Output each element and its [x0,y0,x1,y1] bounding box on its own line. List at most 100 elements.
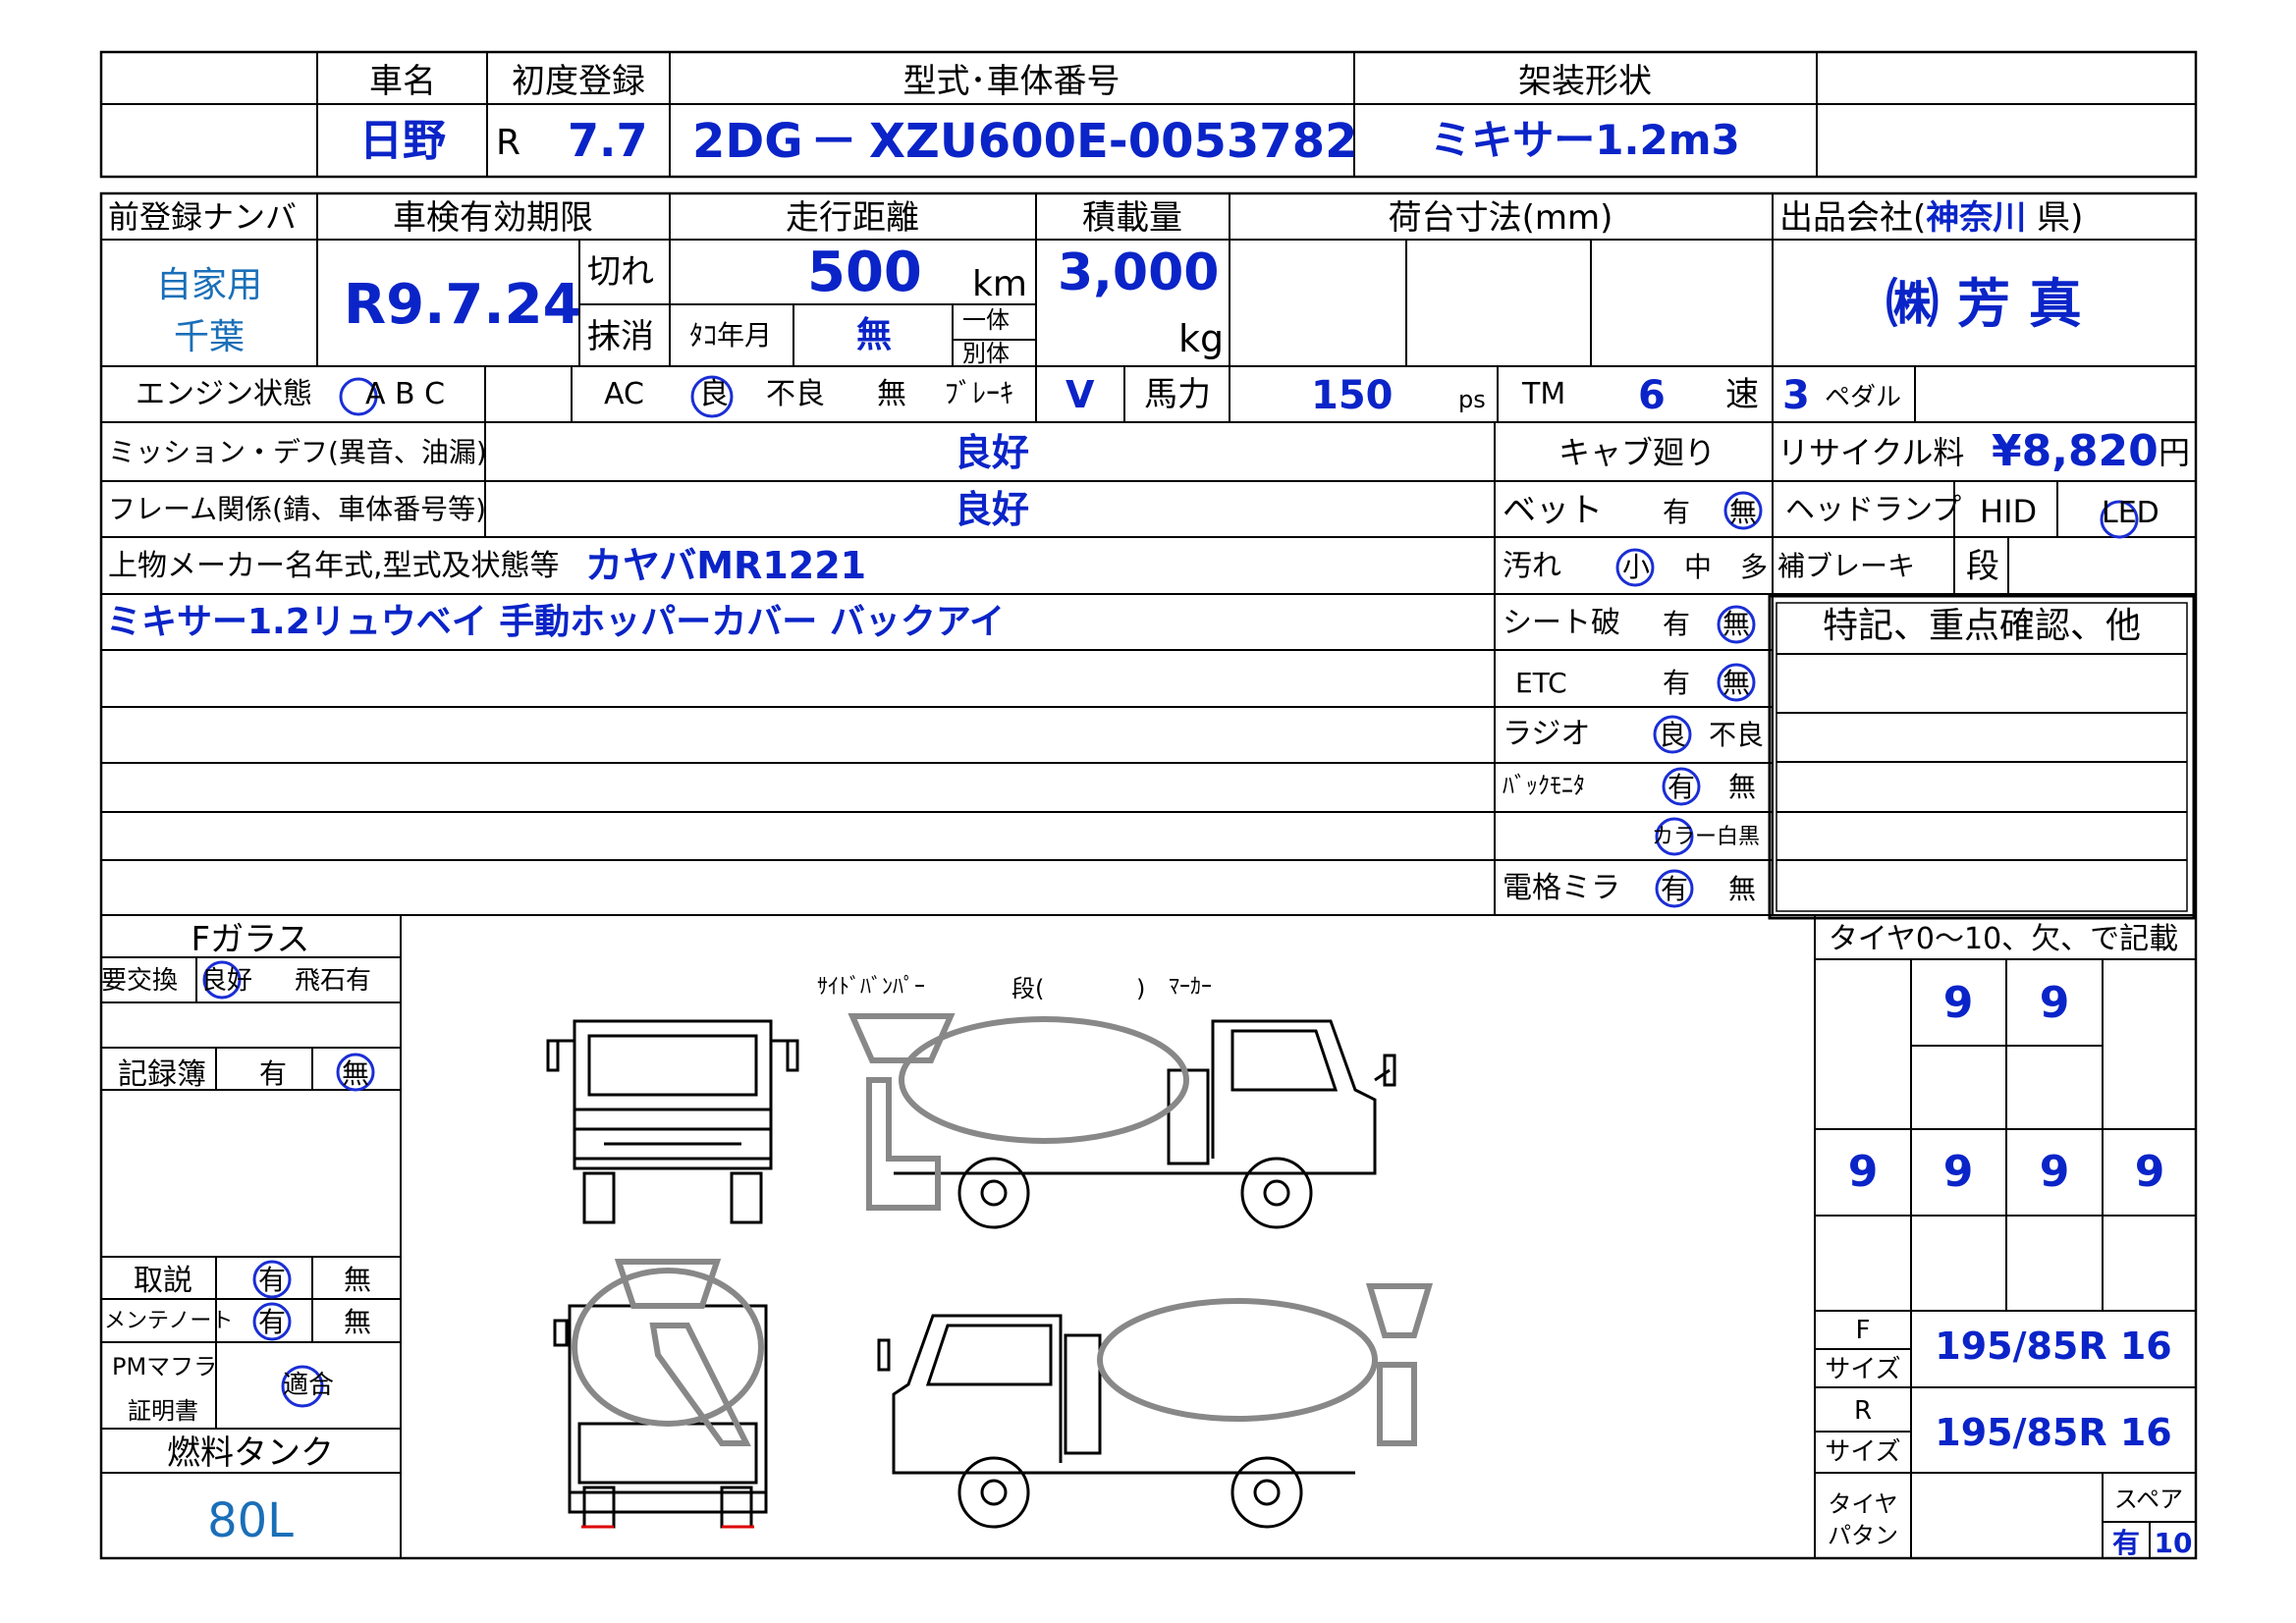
manual-no: 無 [344,1264,372,1296]
step-note-close: ) [1136,975,1146,1002]
upper-body-label: 上物メーカー名年式,型式及状態等 [108,549,560,583]
record-book-no: 無 [342,1057,370,1090]
record-book-yes: 有 [259,1057,288,1090]
bed-dimensions-label: 荷台寸法(mm) [1388,198,1613,238]
monitor-color: カラー [1652,825,1718,849]
fuel-tank-value: 80L [207,1493,294,1548]
truck-front-view [546,1019,799,1224]
seat-yes: 有 [1663,608,1691,640]
maintenance-label: メンテノート [104,1309,234,1333]
deleted-label: 抹消 [587,317,654,356]
tire-rear-1: 9 [1847,1147,1879,1197]
model-dash: － [810,114,858,169]
mileage-value: 500 [807,241,922,304]
kg-unit: kg [1178,317,1225,360]
tire-r-label: R [1853,1396,1873,1426]
ps-unit: ps [1458,386,1486,413]
model-label: 型式･車体番号 [902,62,1121,101]
tacho-separate: 別体 [962,340,1010,367]
dirt-large: 多 [1740,551,1769,583]
upper-body-value: カヤバMR1221 [585,544,867,587]
headlamp-label: ヘッドランプ [1785,493,1962,527]
seller-company: ㈱ 芳 真 [1886,273,2082,335]
maintenance-no: 無 [344,1306,372,1338]
seat-no: 無 [1722,608,1751,640]
manual-label: 取説 [134,1264,192,1298]
tire-r-size-label: サイズ [1825,1437,1901,1467]
tire-front-right: 9 [2039,978,2070,1028]
etc-no: 無 [1722,667,1751,699]
pm-muffler-label: PMマフラ [112,1353,218,1380]
model-code: 2DG [692,114,803,169]
tire-rear-3: 9 [2039,1147,2070,1197]
tacho-label: ﾀｺ年月 [689,319,773,352]
headlamp-hid: HID [1980,493,2038,530]
load-capacity-value: 3,000 [1058,243,1220,302]
ac-good: 良 [699,377,729,411]
bed-yes: 有 [1663,496,1691,528]
inspection-expiry: R9.7.24 [344,273,581,337]
load-capacity-label: 積載量 [1082,198,1182,238]
truck-diagram [546,1019,1396,1529]
era: R [496,123,521,163]
tire-pattern-label-1: タイヤ [1828,1490,1898,1518]
mirror-label: 電格ミラ [1503,871,1620,905]
body-type: ミキサー1.2m3 [1430,116,1740,164]
tire-f-size: 195/85R 16 [1935,1325,2172,1368]
mission-label: ミッション・デフ(異音、油漏) [108,436,487,468]
brake-label: ﾌﾞﾚｰｷ [945,377,1014,409]
plate-region: 千葉 [173,317,246,357]
chassis-number: XZU600E-0053782 [869,114,1358,169]
first-reg-value: 7.7 [568,114,648,167]
radio-label: ラジオ [1503,717,1591,751]
recycle-label: リサイクル料 [1777,434,1965,471]
km-unit: km [972,264,1027,304]
back-monitor-no: 無 [1728,771,1757,803]
horsepower-value: 150 [1311,373,1394,418]
manual-yes: 有 [258,1264,287,1296]
car-name: 日野 [359,116,446,166]
mirror-yes: 有 [1661,873,1689,905]
expired-label: 切れ [587,252,654,292]
engine-label: エンジン状態 [136,377,312,411]
pm-value: 適合 [283,1371,335,1400]
bed-label: ベット [1503,491,1603,530]
tacho-value: 無 [856,315,893,355]
radio-good: 良 [1659,719,1687,751]
headlamp-led: LED [2102,496,2159,530]
tire-r-size: 195/85R 16 [1935,1411,2172,1454]
maintenance-yes: 有 [258,1306,287,1338]
mileage-label: 走行距離 [786,198,919,238]
windshield-replace: 要交換 [101,966,179,996]
spare-value: 10 [2154,1527,2193,1559]
mixer-drum-drawings [572,1013,1434,1446]
dirt-small: 小 [1622,551,1651,583]
special-notes-label: 特記、重点確認、他 [1822,606,2142,646]
prev-plate-label: 前登録ナンバ [108,198,298,236]
tm-value: 6 [1638,373,1666,418]
speed-label: 速 [1725,375,1759,414]
tire-rear-4: 9 [2134,1147,2165,1197]
fuel-tank-label: 燃料タンク [167,1434,334,1473]
tm-label: TM [1522,377,1566,411]
cab-label: キャブ廻り [1558,434,1717,471]
spare-has: 有 [2111,1527,2141,1559]
marker-note: ﾏｰｶｰ [1169,975,1213,1000]
pedal-label: ペダル [1825,383,1902,412]
dirt-medium: 中 [1684,551,1713,583]
first-reg-label: 初度登録 [512,62,645,101]
frame-label: フレーム関係(錆、車体番号等) [108,493,487,525]
notes-line: ミキサー1.2リュウベイ 手動ホッパーカバー バックアイ [106,602,1006,642]
inspection-expiry-label: 車検有効期限 [393,198,593,238]
etc-label: ETC [1515,667,1567,699]
yen-unit: 円 [2159,434,2191,471]
pm-certificate-label: 証明書 [128,1397,198,1425]
aux-brake-value: 段 [1966,547,1999,586]
tire-f-label: F [1855,1316,1871,1345]
tire-front-left: 9 [1942,978,1974,1028]
ac-label: AC [604,377,644,411]
side-bumper-note: ｻｲﾄﾞﾊﾞﾝﾊﾟｰ [817,975,926,1000]
truck-side-view-left [877,1314,1355,1529]
frame-value: 良好 [954,488,1030,531]
tire-rear-2: 9 [1942,1147,1974,1197]
